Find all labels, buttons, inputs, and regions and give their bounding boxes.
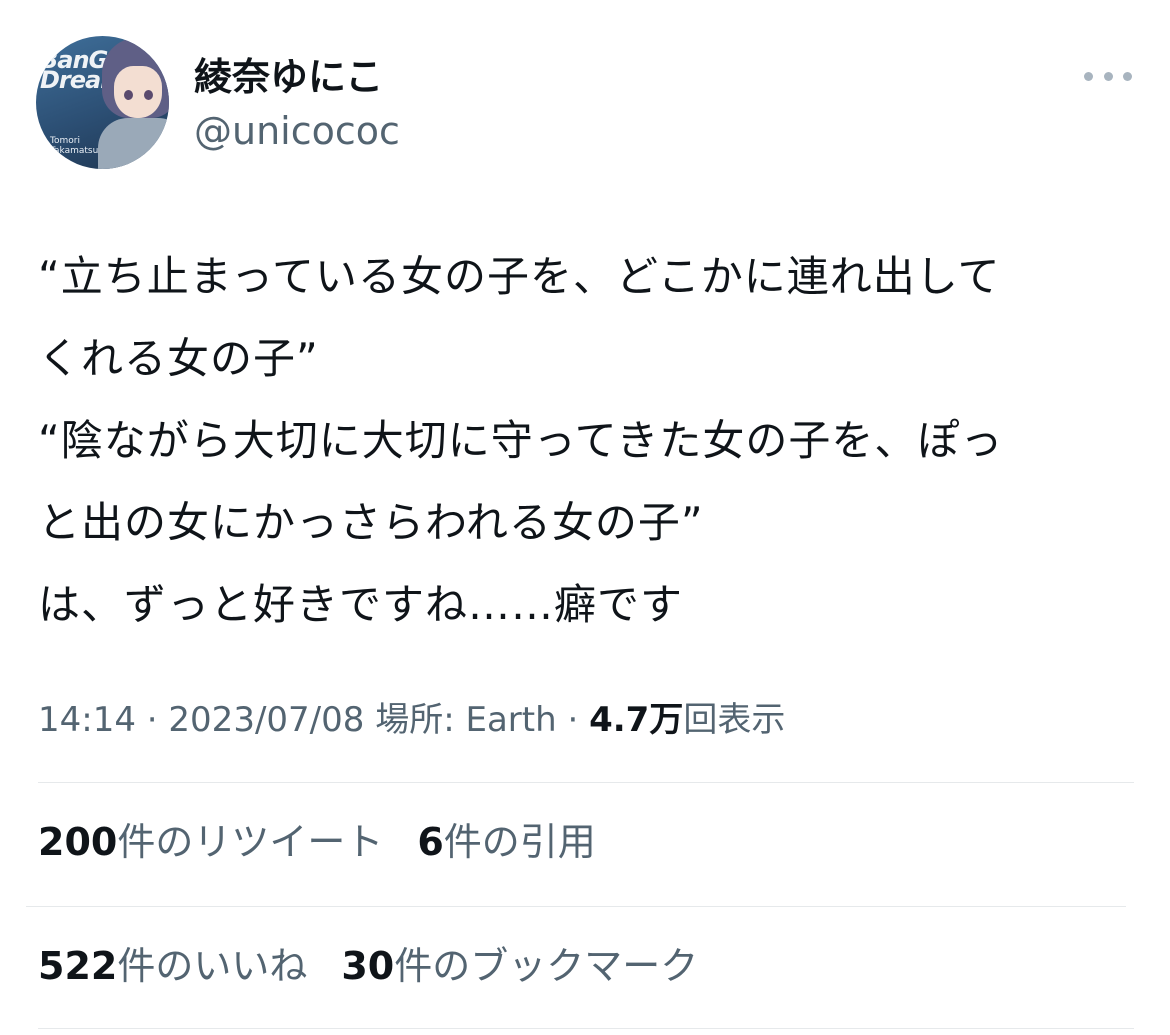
likes-stat[interactable]: 522件のいいね: [38, 944, 307, 988]
tweet-location: 場所: Earth: [375, 700, 557, 740]
meta-separator: ·: [567, 700, 579, 740]
bookmarks-stat[interactable]: 30件のブックマーク: [341, 944, 698, 988]
tweet-text: “立ち止まっている女の子を、どこかに連れ出して くれる女の子” “陰ながら大切に…: [38, 252, 1004, 629]
author-handle[interactable]: @unicococ: [194, 108, 400, 154]
more-dot: [1103, 71, 1113, 81]
likes-count: 522: [38, 944, 118, 988]
meta-separator: ·: [146, 700, 158, 740]
stats-row-retweets: 200件のリツイート 6件の引用: [38, 814, 1138, 870]
avatar-logo-text: BanG Dream!: [40, 46, 135, 94]
tweet-time[interactable]: 14:14: [38, 700, 136, 740]
avatar-caption: Tomori Takamatsu: [50, 136, 99, 156]
quotes-count: 6: [417, 820, 444, 864]
avatar-body: [98, 118, 169, 169]
stats-row-likes: 522件のいいね 30件のブックマーク: [38, 938, 1138, 994]
author-display-name[interactable]: 綾奈ゆにこ: [194, 54, 383, 100]
avatar[interactable]: BanG Dream! Tomori Takamatsu: [36, 36, 169, 169]
tweet-date[interactable]: 2023/07/08: [168, 700, 364, 740]
more-horizontal-icon[interactable]: [1084, 60, 1132, 92]
views-label: 回表示: [683, 700, 786, 740]
retweets-label: 件のリツイート: [117, 820, 384, 864]
more-dot: [1123, 71, 1132, 81]
quotes-stat[interactable]: 6件の引用: [417, 820, 595, 864]
tweet-meta: 14:14 · 2023/07/08 場所: Earth · 4.7万回表示: [38, 692, 1138, 748]
divider: [38, 782, 1134, 783]
retweets-stat[interactable]: 200件のリツイート: [38, 820, 383, 864]
retweets-count: 200: [38, 820, 118, 864]
bookmarks-count: 30: [341, 944, 395, 988]
views-count: 4.7万: [589, 700, 684, 740]
avatar-eye-left: [124, 90, 133, 100]
avatar-face: [114, 66, 162, 118]
quotes-label: 件の引用: [443, 820, 596, 864]
more-dot: [1084, 71, 1093, 81]
divider: [26, 906, 1126, 907]
avatar-eye-right: [144, 90, 153, 100]
divider: [38, 1028, 1134, 1029]
bookmarks-label: 件のブックマーク: [394, 944, 699, 988]
likes-label: 件のいいね: [117, 944, 308, 988]
